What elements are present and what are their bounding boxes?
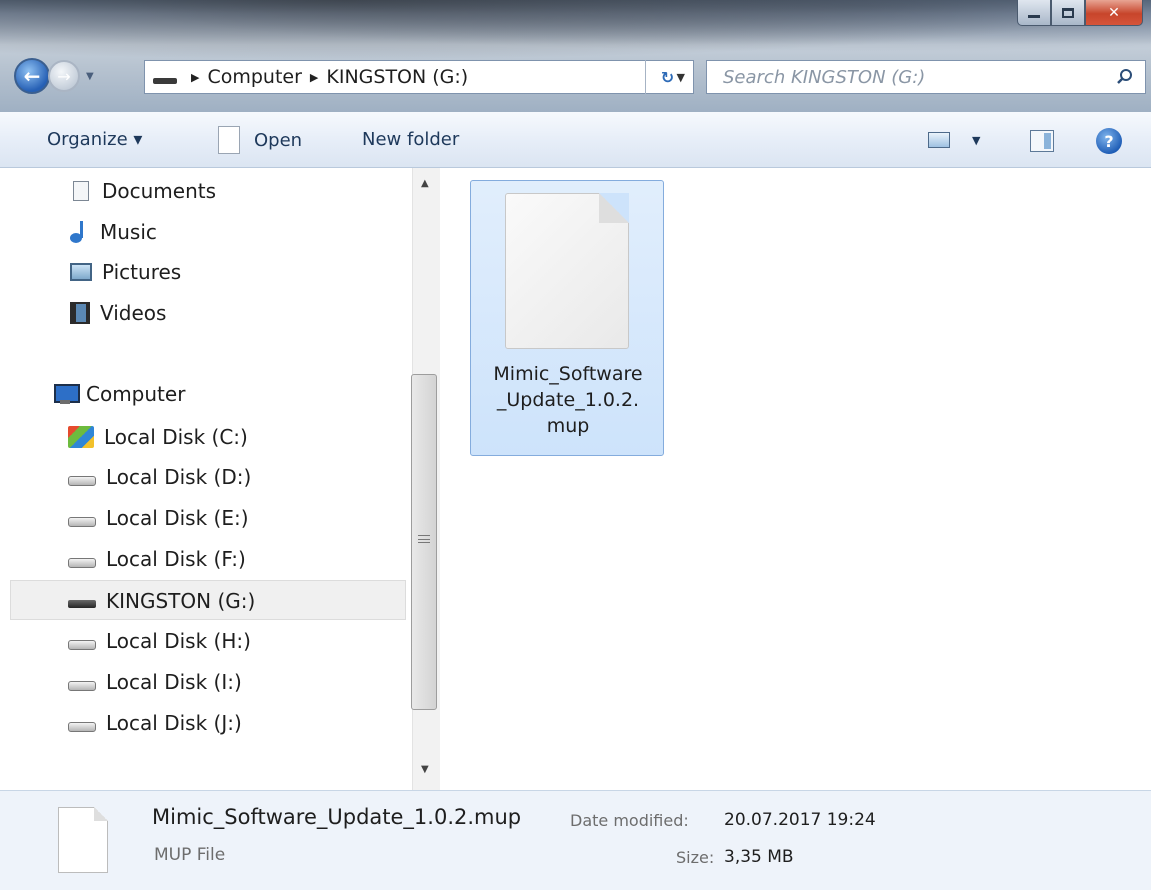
hard-disk-icon	[68, 517, 96, 527]
windows-drive-icon	[68, 426, 94, 448]
open-button[interactable]: Open	[218, 126, 302, 154]
file-name-line: mup	[546, 415, 590, 437]
file-list-pane: Mimic_Software _Update_1.0.2. mup	[440, 168, 1151, 790]
nav-item-drive-h[interactable]: Local Disk (H:)	[68, 626, 251, 656]
breadcrumb-arrow-icon[interactable]: ▶	[191, 71, 199, 84]
nav-item-label: Local Disk (E:)	[106, 506, 249, 530]
breadcrumb-computer[interactable]: Computer	[207, 66, 301, 88]
command-bar: Organize ▾ Open New folder ▼ ?	[0, 112, 1151, 168]
close-icon: ✕	[1108, 4, 1120, 21]
details-file-name: Mimic_Software_Update_1.0.2.mup	[152, 805, 522, 829]
nav-item-label: Local Disk (J:)	[106, 711, 242, 735]
scrollbar-thumb[interactable]	[411, 374, 437, 710]
new-folder-button[interactable]: New folder	[362, 129, 459, 150]
help-icon[interactable]: ?	[1096, 128, 1122, 154]
hard-disk-icon	[68, 681, 96, 691]
nav-item-label: Documents	[102, 179, 217, 203]
nav-item-music[interactable]: Music	[70, 217, 157, 247]
organize-menu[interactable]: Organize ▾	[47, 129, 142, 150]
search-icon[interactable]	[1115, 67, 1135, 87]
nav-item-documents[interactable]: Documents	[70, 176, 216, 206]
nav-item-label: KINGSTON (G:)	[106, 589, 256, 613]
window-controls: ✕	[1017, 0, 1143, 26]
file-name-line: _Update_1.0.2.	[496, 389, 640, 411]
nav-item-label: Local Disk (I:)	[106, 670, 242, 694]
nav-item-label: Local Disk (D:)	[106, 465, 252, 489]
title-bar: ✕ ← → ▼ ▶ Computer ▶ KINGSTON (G:) ▼ ↻ S…	[0, 0, 1151, 112]
nav-item-label: Local Disk (F:)	[106, 547, 246, 571]
back-arrow-icon: ←	[23, 64, 41, 88]
details-pane: Mimic_Software_Update_1.0.2.mup MUP File…	[0, 790, 1151, 890]
hard-disk-icon	[68, 476, 96, 486]
nav-item-drive-g[interactable]: KINGSTON (G:)	[68, 586, 255, 616]
hard-disk-icon	[68, 558, 96, 568]
nav-item-drive-d[interactable]: Local Disk (D:)	[68, 462, 251, 492]
size-value: 3,35 MB	[724, 847, 794, 867]
usb-drive-icon	[68, 600, 96, 608]
back-button[interactable]: ←	[14, 58, 50, 94]
breadcrumb-kingston[interactable]: KINGSTON (G:)	[326, 66, 468, 88]
recent-pages-dropdown[interactable]: ▼	[86, 71, 94, 82]
music-icon	[70, 221, 90, 243]
document-icon	[218, 126, 240, 154]
search-placeholder: Search KINGSTON (G:)	[723, 66, 926, 88]
videos-icon	[70, 302, 90, 324]
computer-icon	[50, 384, 80, 404]
open-label: Open	[254, 129, 303, 151]
maximize-icon	[1062, 7, 1074, 18]
file-name-label: Mimic_Software _Update_1.0.2. mup	[471, 361, 665, 439]
file-name-line: Mimic_Software	[493, 363, 643, 385]
nav-item-label: Music	[100, 220, 157, 244]
forward-button[interactable]: →	[48, 60, 80, 92]
nav-item-drive-i[interactable]: Local Disk (I:)	[68, 667, 242, 697]
minimize-button[interactable]	[1017, 0, 1051, 26]
nav-item-label: Pictures	[102, 260, 182, 284]
refresh-button[interactable]: ↻	[645, 60, 689, 94]
nav-item-videos[interactable]: Videos	[70, 298, 166, 328]
nav-item-pictures[interactable]: Pictures	[70, 257, 181, 287]
hard-disk-icon	[68, 722, 96, 732]
navigation-pane: Documents Music Pictures Videos Computer…	[0, 168, 440, 790]
scroll-down-arrow-icon[interactable]: ▼	[421, 764, 429, 775]
navigation-buttons: ← → ▼	[14, 58, 94, 94]
scroll-up-arrow-icon[interactable]: ▲	[421, 178, 429, 189]
address-bar[interactable]: ▶ Computer ▶ KINGSTON (G:) ▼	[144, 60, 694, 94]
nav-item-drive-c[interactable]: Local Disk (C:)	[68, 422, 248, 452]
hard-disk-icon	[68, 640, 96, 650]
date-modified-value: 20.07.2017 19:24	[724, 810, 876, 830]
maximize-button[interactable]	[1051, 0, 1085, 26]
nav-item-label: Videos	[100, 301, 167, 325]
refresh-icon: ↻	[660, 67, 675, 87]
view-options-dropdown[interactable]: ▼	[972, 134, 980, 147]
search-input[interactable]: Search KINGSTON (G:)	[706, 60, 1146, 94]
nav-item-drive-e[interactable]: Local Disk (E:)	[68, 503, 249, 533]
documents-icon	[73, 181, 89, 201]
nav-item-label: Computer	[86, 382, 186, 406]
nav-item-label: Local Disk (H:)	[106, 629, 251, 653]
close-button[interactable]: ✕	[1085, 0, 1143, 26]
breadcrumb-arrow-icon[interactable]: ▶	[310, 71, 318, 84]
nav-item-drive-j[interactable]: Local Disk (J:)	[68, 708, 242, 738]
preview-pane-icon[interactable]	[1030, 130, 1054, 152]
usb-drive-icon	[153, 78, 177, 84]
nav-item-computer[interactable]: Computer	[50, 379, 185, 409]
forward-arrow-icon: →	[57, 66, 71, 86]
nav-item-label: Local Disk (C:)	[104, 425, 248, 449]
change-view-icon[interactable]	[928, 132, 950, 148]
minimize-icon	[1028, 15, 1040, 18]
file-thumbnail-icon	[58, 807, 108, 873]
date-modified-label: Date modified:	[570, 811, 689, 830]
nav-item-drive-f[interactable]: Local Disk (F:)	[68, 544, 246, 574]
pictures-icon	[70, 263, 92, 281]
size-label: Size:	[676, 848, 715, 867]
details-file-type: MUP File	[154, 845, 226, 865]
generic-file-icon	[505, 193, 629, 349]
file-item[interactable]: Mimic_Software _Update_1.0.2. mup	[470, 180, 664, 456]
navigation-scrollbar[interactable]: ▲ ▼	[411, 168, 440, 790]
scrollbar-grip-icon	[418, 535, 430, 543]
